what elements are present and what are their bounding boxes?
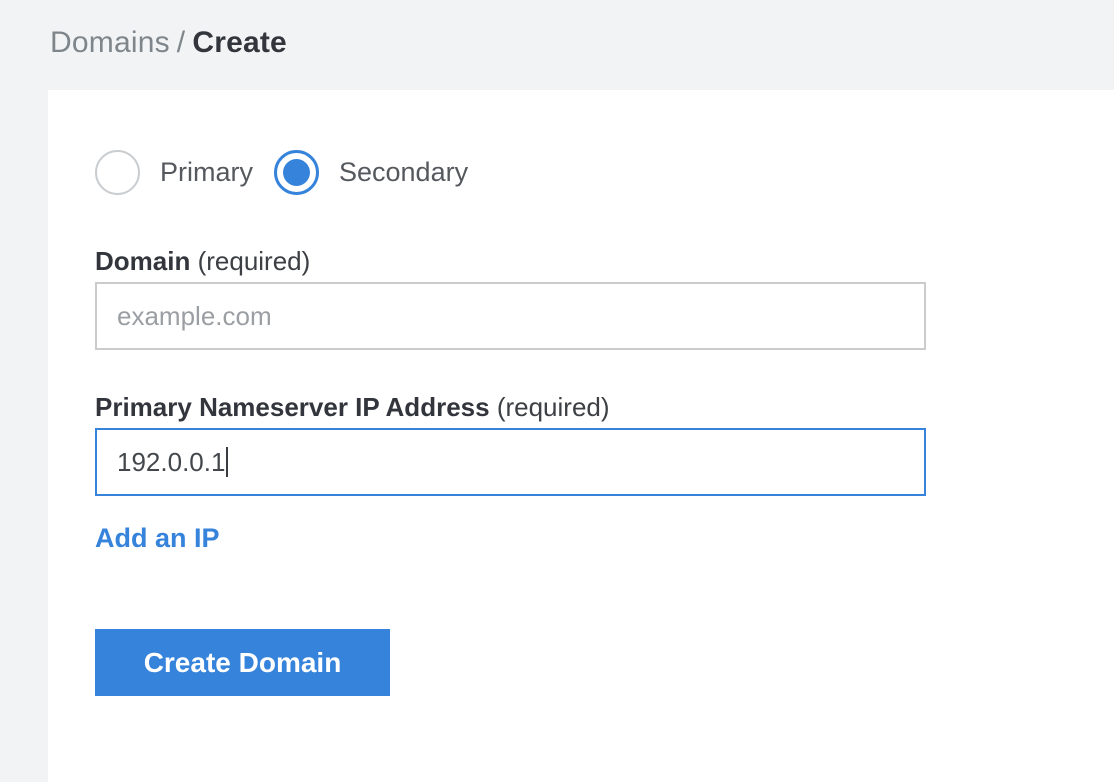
primary-ns-ip-input[interactable]: 192.0.0.1	[95, 428, 926, 496]
domain-input[interactable]	[95, 282, 926, 350]
ip-input-value: 192.0.0.1	[117, 447, 225, 478]
domain-required-hint: (required)	[198, 246, 311, 276]
domain-field-label: Domain (required)	[95, 248, 1114, 274]
ip-required-hint: (required)	[497, 392, 610, 422]
breadcrumb-domains[interactable]: Domains	[50, 26, 170, 59]
domain-label-text: Domain	[95, 246, 190, 276]
radio-option-secondary[interactable]: Secondary	[274, 150, 489, 195]
breadcrumb-separator: /	[177, 26, 186, 59]
add-ip-link[interactable]: Add an IP	[95, 524, 220, 553]
primary-ns-ip-field: Primary Nameserver IP Address (required)…	[95, 394, 1114, 496]
radio-selected-dot-icon	[283, 159, 310, 186]
breadcrumb-create: Create	[192, 26, 287, 59]
ip-label-text: Primary Nameserver IP Address	[95, 392, 490, 422]
create-domain-button[interactable]: Create Domain	[95, 629, 390, 696]
domain-field: Domain (required)	[95, 248, 1114, 350]
radio-primary-label: Primary	[160, 157, 253, 188]
radio-primary-control[interactable]	[95, 150, 140, 195]
radio-secondary-label: Secondary	[339, 157, 468, 188]
domain-type-radio-group: Primary Secondary	[95, 150, 1114, 195]
breadcrumb: Domains/Create	[50, 26, 287, 60]
radio-option-primary[interactable]: Primary	[95, 150, 274, 195]
text-caret	[226, 447, 228, 477]
create-domain-card: Primary Secondary Domain (required) Prim…	[48, 90, 1114, 782]
radio-secondary-control[interactable]	[274, 150, 319, 195]
ip-field-label: Primary Nameserver IP Address (required)	[95, 394, 1114, 420]
